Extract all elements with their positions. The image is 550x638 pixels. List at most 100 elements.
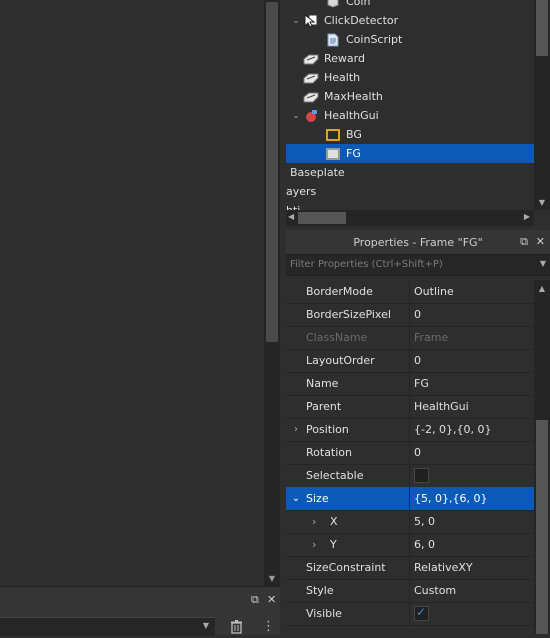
properties-scrollbar[interactable]: ▲ xyxy=(534,280,550,634)
property-row[interactable]: › X 5, 0 xyxy=(286,510,534,534)
checkbox[interactable] xyxy=(414,468,429,483)
property-value[interactable]: Outline xyxy=(409,280,534,303)
explorer-item-label: HealthGui xyxy=(324,109,379,122)
explorer-item-label: FG xyxy=(346,147,361,160)
property-value[interactable] xyxy=(409,464,534,487)
frame-icon-orange xyxy=(324,128,342,142)
property-value[interactable]: {5, 0},{6, 0} xyxy=(409,487,534,510)
property-row[interactable]: ClassName Frame xyxy=(286,326,534,350)
explorer-item[interactable]: FG xyxy=(286,144,534,163)
value-icon xyxy=(302,71,320,85)
dock-icon[interactable]: ⧉ xyxy=(251,593,259,607)
property-row[interactable]: Parent HealthGui xyxy=(286,395,534,419)
property-row[interactable]: Name FG xyxy=(286,372,534,396)
command-input[interactable]: ▼ xyxy=(0,617,215,636)
property-value[interactable] xyxy=(409,602,534,625)
property-value[interactable]: 0 xyxy=(409,349,534,372)
property-value[interactable]: Custom xyxy=(409,579,534,602)
explorer-item-label: CoinScript xyxy=(346,33,403,46)
property-name: Name xyxy=(306,377,339,390)
property-row[interactable]: ⌄ Size {5, 0},{6, 0} xyxy=(286,487,534,511)
property-value[interactable]: FG xyxy=(409,372,534,395)
expand-chevron-icon[interactable]: ⌄ xyxy=(290,16,302,26)
properties-panel: Properties - Frame "FG" ⧉ ✕ ▼ BorderMode… xyxy=(286,230,550,634)
trash-icon[interactable] xyxy=(230,620,244,634)
property-value[interactable]: {-2, 0},{0, 0} xyxy=(409,418,534,441)
explorer-vertical-scrollbar[interactable]: ▼ xyxy=(534,0,550,210)
script-icon xyxy=(324,33,342,47)
explorer-item[interactable]: BG xyxy=(286,125,534,144)
scroll-right-arrow-icon[interactable]: ▶ xyxy=(524,212,530,221)
code-editor-area[interactable] xyxy=(0,0,264,586)
scroll-left-arrow-icon[interactable]: ◀ xyxy=(288,212,294,221)
explorer-item-label: BG xyxy=(346,128,362,141)
property-value[interactable]: 0 xyxy=(409,441,534,464)
scrollbar-thumb[interactable] xyxy=(298,212,346,224)
filter-bar: ▼ xyxy=(286,254,550,276)
property-value[interactable]: RelativeXY xyxy=(409,556,534,579)
property-value[interactable]: Frame xyxy=(409,326,534,349)
property-row[interactable]: SizeConstraint RelativeXY xyxy=(286,556,534,580)
property-row[interactable]: › Y 6, 0 xyxy=(286,533,534,557)
property-row[interactable]: LayoutOrder 0 xyxy=(286,349,534,373)
explorer-item[interactable]: Health xyxy=(286,68,534,87)
property-row[interactable]: Selectable xyxy=(286,464,534,488)
part-icon xyxy=(324,0,342,9)
chevron-down-icon[interactable]: ▼ xyxy=(540,259,546,268)
scrollbar-thumb[interactable] xyxy=(536,420,548,634)
property-name: Visible xyxy=(306,607,342,620)
explorer-item-label: MaxHealth xyxy=(324,90,383,103)
close-icon[interactable]: ✕ xyxy=(536,235,545,248)
explorer-item[interactable]: Baseplate xyxy=(286,163,534,182)
explorer-item[interactable]: CoinScript xyxy=(286,30,534,49)
dock-icon[interactable]: ⧉ xyxy=(520,235,528,249)
property-row[interactable]: › Position {-2, 0},{0, 0} xyxy=(286,418,534,442)
close-icon[interactable]: ✕ xyxy=(267,593,276,606)
explorer-item[interactable]: ayers xyxy=(286,182,534,201)
scrollbar-thumb[interactable] xyxy=(266,2,278,342)
expand-chevron-icon[interactable]: › xyxy=(286,424,306,435)
property-name: BorderSizePixel xyxy=(306,308,391,321)
property-value[interactable]: 6, 0 xyxy=(409,533,534,556)
checkbox[interactable] xyxy=(414,605,429,621)
explorer-item-label: Reward xyxy=(324,52,365,65)
scroll-up-arrow-icon[interactable]: ▲ xyxy=(534,282,550,294)
property-row[interactable]: BorderMode Outline xyxy=(286,280,534,304)
explorer-item-label: ayers xyxy=(286,185,317,198)
filter-properties-input[interactable] xyxy=(290,257,530,271)
more-options-icon[interactable]: ⋮ xyxy=(262,619,275,634)
expand-chevron-icon[interactable]: › xyxy=(312,538,330,551)
explorer-horizontal-scrollbar[interactable]: ◀ ▶ xyxy=(286,210,534,226)
explorer-tree[interactable]: Coin ⌄ ClickDetector CoinScript Reward Health… xyxy=(286,0,534,210)
property-value[interactable]: 5, 0 xyxy=(409,510,534,533)
property-row[interactable]: Visible xyxy=(286,602,534,626)
expand-chevron-icon[interactable]: ⌄ xyxy=(290,111,302,121)
property-name: › Y xyxy=(306,538,409,551)
property-value[interactable]: 0 xyxy=(409,303,534,326)
editor-scrollbar[interactable]: ▼ xyxy=(264,0,280,586)
properties-list: BorderMode Outline BorderSizePixel 0 ClassNa… xyxy=(286,280,534,634)
property-row[interactable]: Rotation 0 xyxy=(286,441,534,465)
explorer-item[interactable]: MaxHealth xyxy=(286,87,534,106)
explorer-item[interactable]: ⌄ HealthGui xyxy=(286,106,534,125)
billboard-gui-icon xyxy=(302,109,320,123)
property-name: › X xyxy=(306,515,409,528)
expand-chevron-icon[interactable]: ⌄ xyxy=(286,493,306,504)
property-row[interactable]: Style Custom xyxy=(286,579,534,603)
chevron-down-icon[interactable]: ▼ xyxy=(203,621,209,630)
explorer-item-label: Health xyxy=(324,71,361,84)
explorer-item[interactable]: ⌄ ClickDetector xyxy=(286,11,534,30)
scroll-down-arrow-icon[interactable]: ▼ xyxy=(534,196,550,208)
property-value[interactable]: HealthGui xyxy=(409,395,534,418)
expand-chevron-icon[interactable]: › xyxy=(312,515,330,528)
explorer-item-label: ClickDetector xyxy=(324,14,399,27)
explorer-item[interactable]: hti xyxy=(286,201,534,210)
scrollbar-thumb[interactable] xyxy=(536,0,548,56)
property-name: Position xyxy=(306,423,349,436)
property-row[interactable]: BorderSizePixel 0 xyxy=(286,303,534,327)
click-detector-icon xyxy=(302,13,320,28)
explorer-item[interactable]: Coin xyxy=(286,0,534,11)
explorer-item[interactable]: Reward xyxy=(286,49,534,68)
property-name-text: Y xyxy=(330,538,337,551)
scroll-down-arrow-icon[interactable]: ▼ xyxy=(264,572,280,584)
